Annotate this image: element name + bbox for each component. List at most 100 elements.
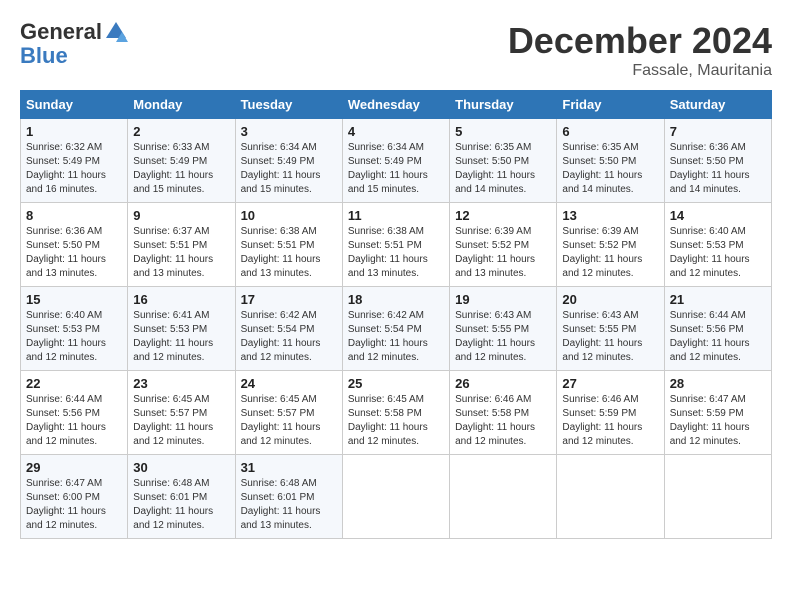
day-info: Sunrise: 6:48 AM Sunset: 6:01 PM Dayligh… [241,477,337,533]
day-number: 27 [562,376,658,391]
calendar-body: 1 Sunrise: 6:32 AM Sunset: 5:49 PM Daylig… [21,119,772,539]
day-number: 14 [670,208,766,223]
calendar-day-cell: 25Sunrise: 6:45 AM Sunset: 5:58 PM Dayli… [342,371,449,455]
calendar-day-cell: 15 Sunrise: 6:40 AM Sunset: 5:53 PM Dayli… [21,287,128,371]
day-number: 26 [455,376,551,391]
calendar-day-cell: 28 Sunrise: 6:47 AM Sunset: 5:59 PM Dayli… [664,371,771,455]
day-info: Sunrise: 6:46 AM Sunset: 5:58 PM Dayligh… [455,393,551,449]
day-info: Sunrise: 6:38 AM Sunset: 5:51 PM Dayligh… [241,225,337,281]
calendar-day-cell: 31 Sunrise: 6:48 AM Sunset: 6:01 PM Dayli… [235,455,342,539]
day-info: Sunrise: 6:46 AM Sunset: 5:59 PM Dayligh… [562,393,658,449]
day-number: 28 [670,376,766,391]
calendar-day-cell: 17Sunrise: 6:42 AM Sunset: 5:54 PM Dayli… [235,287,342,371]
title-block: December 2024 Fassale, Mauritania [508,20,772,80]
day-number: 30 [133,460,229,475]
day-number: 9 [133,208,229,223]
location-title: Fassale, Mauritania [508,62,772,80]
calendar-day-cell: 18Sunrise: 6:42 AM Sunset: 5:54 PM Dayli… [342,287,449,371]
calendar-day-cell: 7 Sunrise: 6:36 AM Sunset: 5:50 PM Daylig… [664,119,771,203]
day-number: 13 [562,208,658,223]
day-number: 10 [241,208,337,223]
day-number: 5 [455,124,551,139]
calendar-day-cell: 26 Sunrise: 6:46 AM Sunset: 5:58 PM Dayli… [450,371,557,455]
day-info: Sunrise: 6:47 AM Sunset: 5:59 PM Dayligh… [670,393,766,449]
day-info: Sunrise: 6:45 AM Sunset: 5:58 PM Dayligh… [348,393,444,449]
weekday-header-cell: Friday [557,91,664,119]
day-info: Sunrise: 6:44 AM Sunset: 5:56 PM Dayligh… [670,309,766,365]
day-info: Sunrise: 6:42 AM Sunset: 5:54 PM Dayligh… [241,309,337,365]
day-number: 7 [670,124,766,139]
day-info: Sunrise: 6:34 AM Sunset: 5:49 PM Dayligh… [348,141,444,197]
logo-general-text: General [20,20,102,44]
day-info: Sunrise: 6:40 AM Sunset: 5:53 PM Dayligh… [26,309,122,365]
calendar-day-cell [450,455,557,539]
calendar-day-cell: 24 Sunrise: 6:45 AM Sunset: 5:57 PM Dayli… [235,371,342,455]
day-info: Sunrise: 6:36 AM Sunset: 5:50 PM Dayligh… [670,141,766,197]
day-number: 2 [133,124,229,139]
calendar-day-cell: 11 Sunrise: 6:38 AM Sunset: 5:51 PM Dayli… [342,203,449,287]
calendar-day-cell: 27 Sunrise: 6:46 AM Sunset: 5:59 PM Dayli… [557,371,664,455]
weekday-header-cell: Wednesday [342,91,449,119]
day-info: Sunrise: 6:43 AM Sunset: 5:55 PM Dayligh… [455,309,551,365]
day-number: 29 [26,460,122,475]
calendar-day-cell: 6 Sunrise: 6:35 AM Sunset: 5:50 PM Daylig… [557,119,664,203]
day-info: Sunrise: 6:35 AM Sunset: 5:50 PM Dayligh… [562,141,658,197]
logo: General Blue [20,20,128,68]
weekday-header-cell: Thursday [450,91,557,119]
calendar-day-cell: 5 Sunrise: 6:35 AM Sunset: 5:50 PM Daylig… [450,119,557,203]
calendar-week-row: 1 Sunrise: 6:32 AM Sunset: 5:49 PM Daylig… [21,119,772,203]
day-number: 16 [133,292,229,307]
calendar-day-cell: 10 Sunrise: 6:38 AM Sunset: 5:51 PM Dayli… [235,203,342,287]
calendar-day-cell: 9 Sunrise: 6:37 AM Sunset: 5:51 PM Daylig… [128,203,235,287]
day-info: Sunrise: 6:35 AM Sunset: 5:50 PM Dayligh… [455,141,551,197]
calendar-day-cell: 1 Sunrise: 6:32 AM Sunset: 5:49 PM Daylig… [21,119,128,203]
calendar-day-cell: 21 Sunrise: 6:44 AM Sunset: 5:56 PM Dayli… [664,287,771,371]
calendar-day-cell: 23Sunrise: 6:45 AM Sunset: 5:57 PM Dayli… [128,371,235,455]
day-info: Sunrise: 6:45 AM Sunset: 5:57 PM Dayligh… [241,393,337,449]
weekday-header-cell: Monday [128,91,235,119]
calendar-day-cell: 13 Sunrise: 6:39 AM Sunset: 5:52 PM Dayli… [557,203,664,287]
day-info: Sunrise: 6:34 AM Sunset: 5:49 PM Dayligh… [241,141,337,197]
calendar-day-cell: 12Sunrise: 6:39 AM Sunset: 5:52 PM Dayli… [450,203,557,287]
day-number: 6 [562,124,658,139]
day-info: Sunrise: 6:44 AM Sunset: 5:56 PM Dayligh… [26,393,122,449]
day-info: Sunrise: 6:48 AM Sunset: 6:01 PM Dayligh… [133,477,229,533]
day-number: 15 [26,292,122,307]
weekday-header-cell: Saturday [664,91,771,119]
calendar-day-cell: 20Sunrise: 6:43 AM Sunset: 5:55 PM Dayli… [557,287,664,371]
calendar-day-cell: 29 Sunrise: 6:47 AM Sunset: 6:00 PM Dayli… [21,455,128,539]
day-number: 19 [455,292,551,307]
day-info: Sunrise: 6:32 AM Sunset: 5:49 PM Dayligh… [26,141,122,197]
day-number: 21 [670,292,766,307]
day-info: Sunrise: 6:42 AM Sunset: 5:54 PM Dayligh… [348,309,444,365]
day-info: Sunrise: 6:33 AM Sunset: 5:49 PM Dayligh… [133,141,229,197]
calendar-day-cell: 14Sunrise: 6:40 AM Sunset: 5:53 PM Dayli… [664,203,771,287]
page-header: General Blue December 2024 Fassale, Maur… [20,20,772,80]
day-info: Sunrise: 6:39 AM Sunset: 5:52 PM Dayligh… [562,225,658,281]
day-info: Sunrise: 6:36 AM Sunset: 5:50 PM Dayligh… [26,225,122,281]
weekday-header-row: SundayMondayTuesdayWednesdayThursdayFrid… [21,91,772,119]
logo-blue-text: Blue [20,44,128,68]
day-info: Sunrise: 6:38 AM Sunset: 5:51 PM Dayligh… [348,225,444,281]
day-info: Sunrise: 6:39 AM Sunset: 5:52 PM Dayligh… [455,225,551,281]
calendar-day-cell [342,455,449,539]
calendar-week-row: 15 Sunrise: 6:40 AM Sunset: 5:53 PM Dayli… [21,287,772,371]
calendar-week-row: 29 Sunrise: 6:47 AM Sunset: 6:00 PM Dayli… [21,455,772,539]
day-info: Sunrise: 6:41 AM Sunset: 5:53 PM Dayligh… [133,309,229,365]
day-info: Sunrise: 6:37 AM Sunset: 5:51 PM Dayligh… [133,225,229,281]
calendar-table: SundayMondayTuesdayWednesdayThursdayFrid… [20,90,772,539]
calendar-week-row: 22Sunrise: 6:44 AM Sunset: 5:56 PM Dayli… [21,371,772,455]
day-number: 1 [26,124,122,139]
calendar-day-cell: 30 Sunrise: 6:48 AM Sunset: 6:01 PM Dayli… [128,455,235,539]
day-info: Sunrise: 6:47 AM Sunset: 6:00 PM Dayligh… [26,477,122,533]
day-number: 24 [241,376,337,391]
day-number: 31 [241,460,337,475]
logo-icon [104,20,128,44]
calendar-day-cell: 19 Sunrise: 6:43 AM Sunset: 5:55 PM Dayli… [450,287,557,371]
day-number: 23 [133,376,229,391]
day-number: 20 [562,292,658,307]
day-number: 11 [348,208,444,223]
day-number: 4 [348,124,444,139]
day-number: 8 [26,208,122,223]
weekday-header-cell: Tuesday [235,91,342,119]
